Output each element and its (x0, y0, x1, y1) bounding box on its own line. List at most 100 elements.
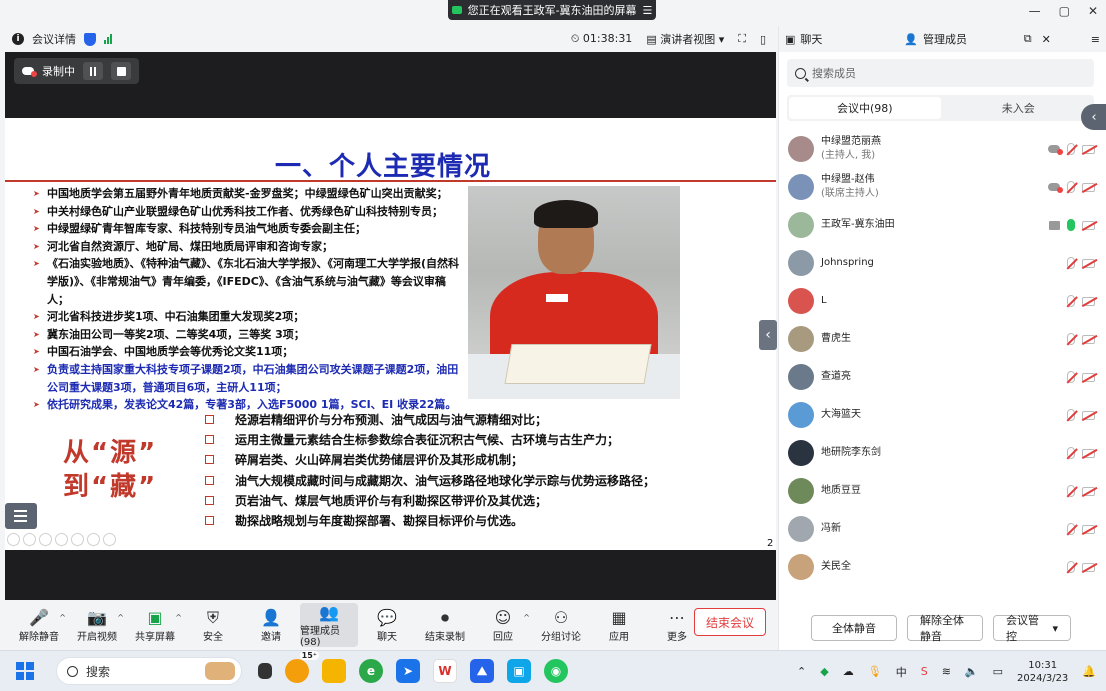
toolbar-button[interactable]: 💬 聊天 (358, 603, 416, 647)
camera-off-icon[interactable] (1082, 296, 1095, 306)
wifi-icon[interactable]: ≋ (942, 665, 951, 678)
meeting-info-label[interactable]: 会议详情 (32, 31, 76, 47)
close-panel-icon[interactable]: ✕ (1042, 33, 1051, 46)
cloud-icon[interactable]: ☁ (843, 665, 854, 678)
panel-expand-button[interactable]: ‹ (1081, 104, 1106, 130)
member-row[interactable]: L (779, 282, 1106, 320)
mic-muted-icon[interactable] (1067, 181, 1075, 193)
signal-icon[interactable] (104, 34, 112, 44)
chat-tab[interactable]: ▣ 聊天 (785, 31, 904, 47)
wps-icon[interactable]: W (433, 659, 457, 683)
camera-off-icon[interactable] (1082, 144, 1095, 154)
prev-slide-icon[interactable] (7, 533, 20, 546)
pointer-icon[interactable] (55, 533, 68, 546)
tab-in-meeting[interactable]: 会议中(98) (789, 97, 941, 119)
toolbar-button[interactable]: ▦ 应用 (590, 603, 648, 647)
slides-grid-icon[interactable] (71, 533, 84, 546)
member-row[interactable]: 地研院李东剑 (779, 434, 1106, 472)
collapse-panel-handle[interactable]: ‹ (759, 320, 777, 350)
windows-start-icon[interactable] (16, 662, 34, 680)
restore-button[interactable]: ▢ (1059, 4, 1070, 18)
edge-browser-icon[interactable]: e (359, 659, 383, 683)
fullscreen-icon[interactable]: ⛶ (738, 32, 746, 46)
file-explorer-icon[interactable] (322, 659, 346, 683)
meeting-control-dropdown[interactable]: 会议管控 ▾ (993, 614, 1071, 643)
mic-muted-icon[interactable] (1067, 295, 1075, 307)
camera-off-icon[interactable] (1082, 258, 1095, 268)
more-options-icon[interactable] (103, 533, 116, 546)
remote-desktop-icon[interactable]: ▣ (507, 659, 531, 683)
tray-expand-icon[interactable]: ⌃ (797, 665, 806, 678)
view-mode-dropdown[interactable]: ▤ 演讲者视图 ▾ (646, 31, 724, 47)
member-row[interactable]: 地质豆豆 (779, 472, 1106, 510)
mic-muted-icon[interactable] (1067, 561, 1075, 573)
next-slide-icon[interactable] (23, 533, 36, 546)
task-view-icon[interactable] (258, 663, 272, 679)
share-banner[interactable]: 您正在观看王政军-冀东油田的屏幕 ☰ (448, 0, 656, 20)
notification-bell-icon[interactable]: 🔔 (1082, 665, 1096, 678)
stop-recording-button[interactable] (111, 62, 131, 80)
toolbar-button[interactable]: 👤 邀请 (242, 603, 300, 647)
mic-muted-icon[interactable] (1067, 257, 1075, 269)
toolbar-button[interactable]: ☺ 回应 ^ (474, 603, 532, 647)
tab-not-joined[interactable]: 未入会 (943, 95, 1095, 121)
unmute-all-button[interactable]: 解除全体静音 (907, 614, 983, 643)
zoom-icon[interactable] (87, 533, 100, 546)
wechat-icon[interactable]: ◉ (544, 659, 568, 683)
volume-icon[interactable]: 🔈 (965, 665, 979, 678)
microphone-icon[interactable]: 🎙 (868, 665, 882, 678)
chevron-up-icon[interactable]: ^ (117, 613, 124, 622)
popout-icon[interactable]: ⧉ (1024, 32, 1032, 46)
member-row[interactable]: 查道亮 (779, 358, 1106, 396)
toolbar-button[interactable]: 📷 开启视频 ^ (68, 603, 126, 647)
camera-off-icon[interactable] (1082, 524, 1095, 534)
battery-icon[interactable]: ▭ (993, 665, 1003, 678)
mic-muted-icon[interactable] (1067, 409, 1075, 421)
mic-muted-icon[interactable] (1067, 447, 1075, 459)
camera-off-icon[interactable] (1082, 372, 1095, 382)
toolbar-button[interactable]: 🎤 解除静音 ^ (10, 603, 68, 647)
camera-off-icon[interactable] (1082, 334, 1095, 344)
mic-muted-icon[interactable] (1067, 333, 1075, 345)
member-row[interactable]: 中绿盟范丽燕 (主持人, 我) (779, 130, 1106, 168)
camera-off-icon[interactable] (1082, 220, 1095, 230)
chevron-up-icon[interactable]: ^ (175, 613, 182, 622)
camera-off-icon[interactable] (1082, 182, 1095, 192)
app-arrow-icon[interactable]: ➤ (396, 659, 420, 683)
meeting-app-icon[interactable]: ⛰ (470, 659, 494, 683)
banner-menu-icon[interactable]: ☰ (643, 4, 653, 17)
member-search-input[interactable]: 搜索成员 (787, 59, 1094, 87)
camera-off-icon[interactable] (1082, 410, 1095, 420)
member-row[interactable]: 王政军-冀东油田 (779, 206, 1106, 244)
member-row[interactable]: 曹虎生 (779, 320, 1106, 358)
end-meeting-button[interactable]: 结束会议 (694, 608, 766, 636)
toolbar-button[interactable]: ▣ 共享屏幕 ^ (126, 603, 184, 647)
member-row[interactable]: 冯新 (779, 510, 1106, 548)
member-row[interactable]: 关民全 (779, 548, 1106, 586)
members-tab[interactable]: 👤 管理成员 (904, 31, 1023, 47)
member-row[interactable]: 中绿盟-赵伟 (联席主持人) (779, 168, 1106, 206)
minimize-button[interactable]: — (1029, 4, 1041, 18)
tray-app-icon[interactable]: ◆ (820, 665, 828, 678)
toolbar-button[interactable]: 👥 管理成员(98) (300, 603, 358, 648)
mic-muted-icon[interactable] (1067, 371, 1075, 383)
mute-all-button[interactable]: 全体静音 (811, 615, 897, 641)
mic-on-icon[interactable] (1067, 219, 1075, 231)
pause-recording-button[interactable] (83, 62, 103, 80)
pen-icon[interactable] (39, 533, 52, 546)
taskbar-clock[interactable]: 10:31 2024/3/23 (1017, 659, 1068, 685)
camera-off-icon[interactable] (1082, 562, 1095, 572)
input-method-icon[interactable]: 中 (896, 664, 907, 680)
member-row[interactable]: 大海篮天 (779, 396, 1106, 434)
chevron-up-icon[interactable]: ^ (59, 613, 66, 622)
info-icon[interactable]: i (12, 33, 24, 45)
mic-muted-icon[interactable] (1067, 523, 1075, 535)
toolbar-button[interactable]: ⛨ 安全 (184, 603, 242, 647)
camera-off-icon[interactable] (1082, 486, 1095, 496)
taskbar-search[interactable]: 搜索 (56, 657, 242, 685)
slide-list-button[interactable] (5, 503, 37, 529)
weather-widget-icon[interactable]: 15⁺ (285, 651, 319, 683)
sidebar-toggle-icon[interactable]: ▯ (760, 33, 766, 46)
mic-muted-icon[interactable] (1067, 485, 1075, 497)
chevron-up-icon[interactable]: ^ (523, 613, 530, 622)
